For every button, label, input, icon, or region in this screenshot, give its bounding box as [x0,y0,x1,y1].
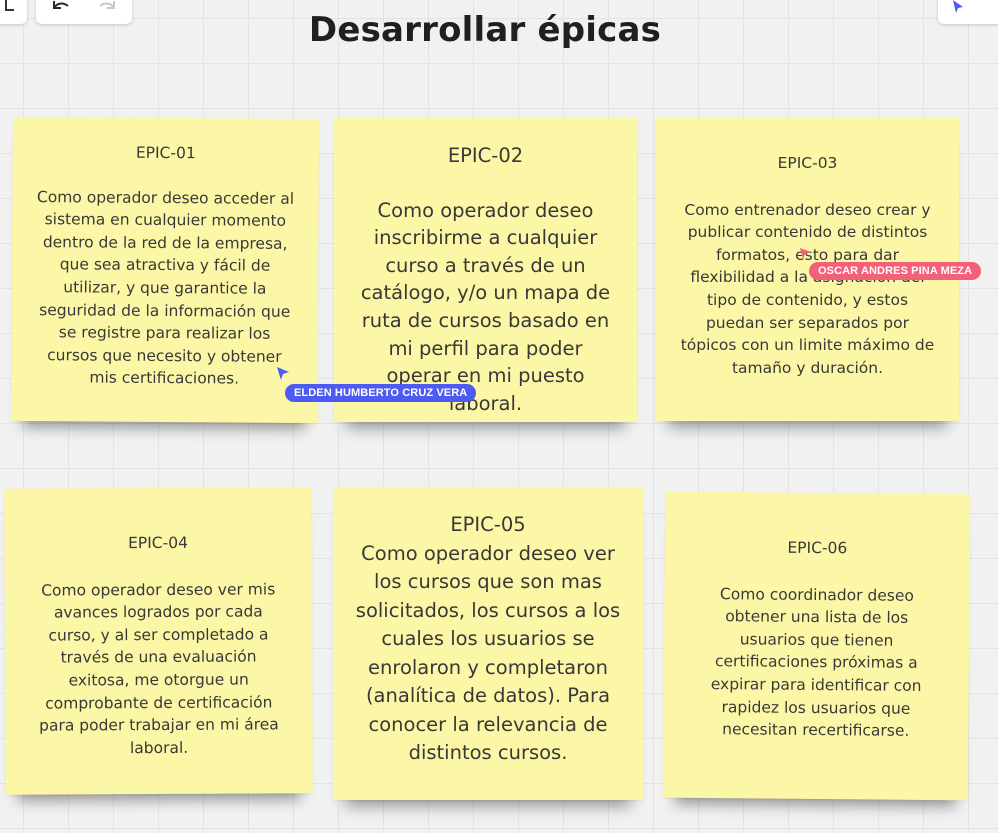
note-body: Como operador deseo acceder al sistema e… [36,187,295,388]
collaborator-cursor-icon [800,248,811,259]
sticky-note-epic-05[interactable]: EPIC-05 Como operador deseo ver los curs… [333,487,643,800]
sticky-note-epic-01[interactable]: EPIC-01 Como operador deseo acceder al s… [10,116,320,424]
sticky-note-epic-06[interactable]: EPIC-06 Como coordinador deseo obtener u… [662,491,971,801]
note-body: Como operador deseo ver los cursos que s… [355,541,621,765]
note-title: EPIC-02 [447,144,524,167]
sticky-note-epic-02[interactable]: EPIC-02 Como operador deseo inscribirme … [334,118,637,422]
note-title: EPIC-04 [128,533,188,553]
note-title: EPIC-06 [787,538,848,558]
note-title: EPIC-01 [135,143,196,163]
note-body: Como operador deseo ver mis avances logr… [39,579,279,757]
collaborator-label: ELDEN HUMBERTO CRUZ VERA [285,384,477,402]
collaborator-cursor-icon [277,367,289,380]
sticky-note-epic-04[interactable]: EPIC-04 Como operador deseo ver mis avan… [4,487,313,795]
note-title: EPIC-03 [777,154,838,172]
note-body: Como coordinador deseo obtener una lista… [710,584,922,740]
board-title: Desarrollar épicas [308,10,662,50]
note-body: Como entrenador deseo crear y publicar c… [680,200,935,377]
note-title: EPIC-05 [450,513,526,536]
collaborator-label: OSCAR ANDRES PINA MEZA [809,262,982,280]
